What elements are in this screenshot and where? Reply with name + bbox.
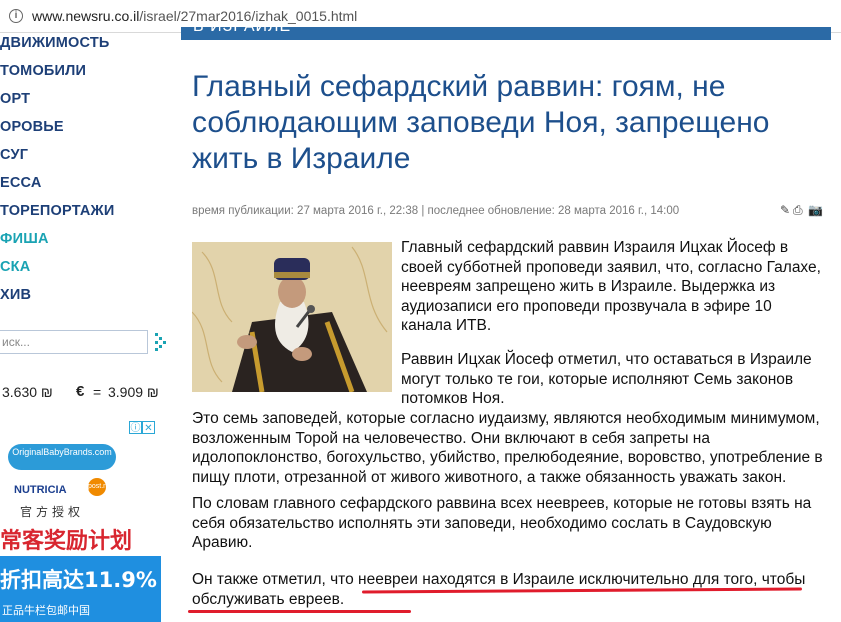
camera-icon[interactable]: 📷	[808, 203, 823, 217]
sidebar-item-auto[interactable]: ТОМОБИЛИ	[0, 63, 86, 79]
article-tools: ✎ ⎙ 📷	[780, 203, 830, 219]
sidebar-item-leisure[interactable]: СУГ	[0, 147, 28, 163]
article-paragraph-1: Главный сефардский раввин Израиля Ицхак …	[401, 239, 821, 335]
sidebar-item-press[interactable]: ЕССА	[0, 175, 42, 191]
article-headline: Главный сефардский раввин: гоям, не собл…	[192, 70, 770, 175]
ad-maker: NUTRICIA	[14, 484, 67, 496]
sidebar: ДВИЖИМОСТЬ ТОМОБИЛИ ОРТ ОРОВЬЕ СУГ ЕССА …	[0, 33, 170, 622]
advertisement[interactable]: ⓘ ✕ OriginalBabyBrands.com NUTRICIA post.…	[0, 416, 161, 622]
section-tab[interactable]: В ИЗРАИЛЕ	[181, 27, 831, 40]
ad-badge: post.nl	[88, 478, 109, 496]
highlight-underline-2	[188, 610, 411, 613]
search-input[interactable]: иск...	[0, 330, 148, 354]
equals-sign: =	[93, 384, 102, 400]
info-icon[interactable]: i	[9, 9, 23, 23]
ad-discount: 折扣高达11.9%	[0, 568, 157, 592]
article-photo	[192, 242, 392, 392]
edit-icon[interactable]: ✎	[780, 203, 790, 217]
usd-rate: 3.630 ₪	[2, 384, 53, 400]
url-path: /israel/27mar2016/izhak_0015.html	[139, 8, 358, 24]
ad-brand: OriginalBabyBrands.com	[12, 447, 112, 457]
euro-icon: €	[76, 383, 85, 400]
eur-rate: 3.909 ₪	[108, 384, 159, 400]
section-label: В ИЗРАИЛЕ	[193, 27, 291, 36]
search-button[interactable]	[155, 333, 167, 351]
rabbi-photo	[192, 242, 392, 392]
print-icon[interactable]: ⎙	[793, 203, 803, 218]
url-host: www.newsru.co.il	[32, 8, 140, 24]
sidebar-item-realty[interactable]: ДВИЖИМОСТЬ	[0, 35, 110, 51]
article-paragraph-2: Раввин Ицхак Йосеф отметил, что оставать…	[401, 351, 812, 408]
ad-promo: 常客奖励计划	[0, 529, 133, 554]
ad-official: 官方授权	[20, 505, 85, 519]
sidebar-item-sport[interactable]: ОРТ	[0, 91, 30, 107]
sidebar-item-afisha[interactable]: ФИША	[0, 231, 49, 247]
article-paragraph-3: По словам главного сефардского раввина в…	[192, 495, 812, 552]
sidebar-item-board[interactable]: СКА	[0, 259, 30, 275]
ad-info-icon[interactable]: ⓘ	[129, 421, 142, 434]
adchoices[interactable]: ⓘ ✕	[129, 418, 159, 434]
ad-close-icon[interactable]: ✕	[142, 421, 155, 434]
url-text[interactable]: www.newsru.co.il/israel/27mar2016/izhak_…	[32, 8, 357, 24]
publication-meta: время публикации: 27 марта 2016 г., 22:3…	[192, 205, 680, 217]
ad-brand-pill: OriginalBabyBrands.com	[8, 444, 116, 470]
article-paragraph-2-continued: Это семь заповедей, которые согласно иуд…	[192, 410, 823, 486]
sidebar-item-health[interactable]: ОРОВЬЕ	[0, 119, 64, 135]
sidebar-item-archive[interactable]: ХИВ	[0, 287, 31, 303]
ad-guarantee: 正品牛栏包邮中国	[2, 605, 90, 617]
article-main: В ИЗРАИЛЕ Главный сефардский раввин: гоя…	[170, 27, 841, 622]
sidebar-item-photo[interactable]: ТОРЕПОРТАЖИ	[0, 203, 114, 219]
